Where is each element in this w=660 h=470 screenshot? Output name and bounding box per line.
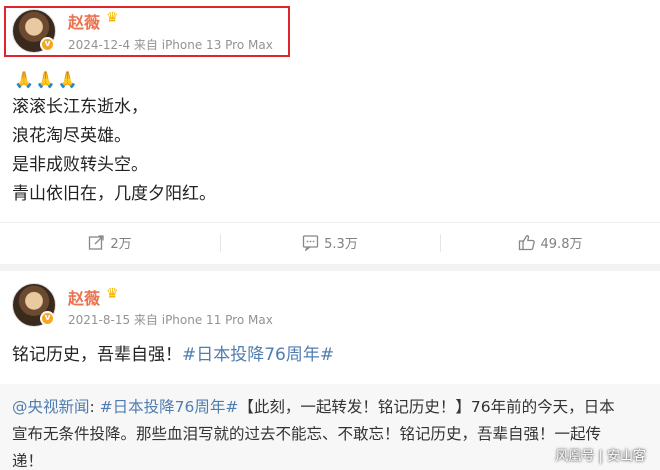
verified-badge-icon: v: [40, 37, 55, 52]
repost-line-3: 递！: [12, 452, 44, 470]
post-card-2: v 赵薇 ♛ 2021-8-15 来自 iPhone 11 Pro Max 铭记…: [0, 271, 660, 470]
post-card-1: v 赵薇 ♛ 2024-12-4 来自 iPhone 13 Pro Max 🙏🙏…: [0, 0, 660, 264]
thumbs-up-icon: [518, 235, 535, 251]
post-line: 是非成败转头空。: [12, 155, 148, 175]
post-text: 铭记历史，吾辈自强！#日本投降76周年#: [12, 341, 334, 370]
verified-badge-icon: v: [40, 311, 55, 326]
action-bar: 2万 5.3万 49.8万: [0, 222, 660, 262]
repost-button[interactable]: 2万: [0, 223, 220, 262]
post-meta: 2021-8-15 来自 iPhone 11 Pro Max: [68, 313, 273, 327]
praying-hands-icon: 🙏🙏🙏: [14, 70, 80, 89]
comment-button[interactable]: 5.3万: [220, 223, 440, 262]
like-button[interactable]: 49.8万: [440, 223, 660, 262]
post-meta: 2024-12-4 来自 iPhone 13 Pro Max: [68, 38, 273, 52]
username[interactable]: 赵薇: [68, 9, 100, 33]
hashtag-link[interactable]: #日本投降76周年#: [100, 398, 239, 416]
repost-text: 【此刻，一起转发！铭记历史！】76年前的今天，日本: [238, 398, 615, 416]
crown-icon: ♛: [106, 10, 119, 26]
post-line: 浪花淘尽英雄。: [12, 126, 131, 146]
comment-icon: [303, 235, 319, 251]
crown-icon: ♛: [106, 286, 119, 302]
comment-count: 5.3万: [324, 237, 358, 252]
post-text: 滚滚长江东逝水， 浪花淘尽英雄。 是非成败转头空。 青山依旧在，几度夕阳红。: [12, 93, 216, 209]
watermark: 风凰号 | 安山客: [555, 449, 646, 464]
post-text-plain: 铭记历史，吾辈自强！: [12, 345, 182, 365]
repost-line-1: @央视新闻: #日本投降76周年#【此刻，一起转发！铭记历史！】76年前的今天，…: [12, 398, 615, 416]
post-line: 滚滚长江东逝水，: [12, 97, 148, 117]
hashtag-link[interactable]: #日本投降76周年#: [182, 345, 334, 365]
repost-count: 2万: [110, 237, 132, 252]
source-account-link[interactable]: @央视新闻: [12, 398, 90, 416]
post-line: 青山依旧在，几度夕阳红。: [12, 184, 216, 204]
username[interactable]: 赵薇: [68, 285, 100, 309]
like-count: 49.8万: [540, 237, 583, 252]
repost-icon: [89, 235, 105, 250]
repost-line-2: 宣布无条件投降。那些血泪写就的过去不能忘、不敢忘！铭记历史，吾辈自强！一起传: [12, 425, 602, 443]
